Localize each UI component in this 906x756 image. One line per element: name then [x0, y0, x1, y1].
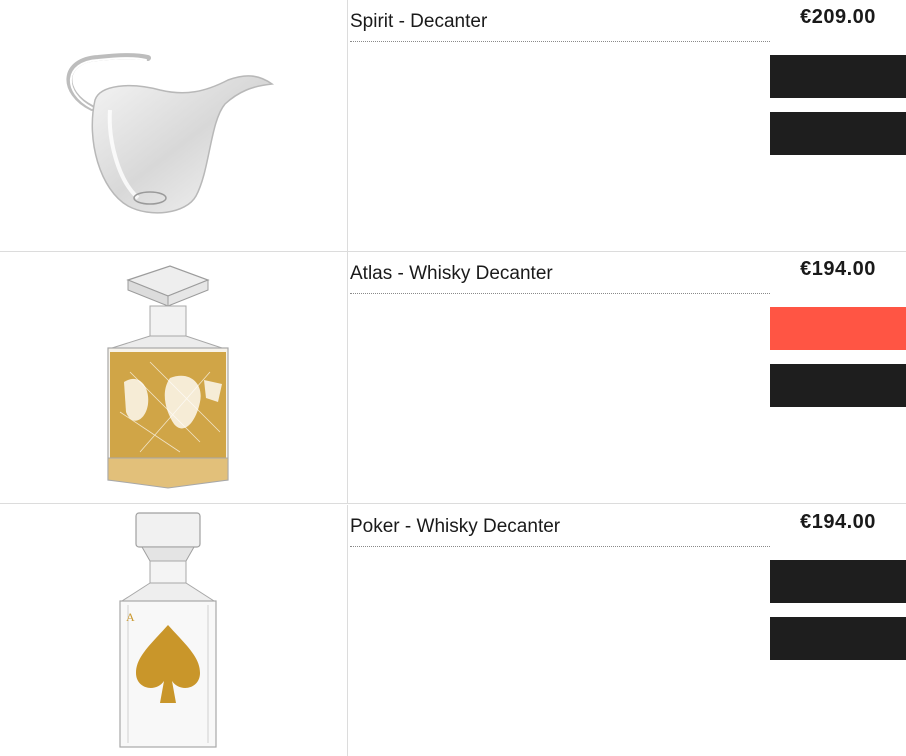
svg-text:A: A: [126, 610, 135, 624]
view-details-button[interactable]: [770, 364, 906, 407]
product-list: Spirit - Decanter €209.00 Atlas - Whisky…: [0, 0, 906, 756]
add-to-cart-button[interactable]: [770, 55, 906, 98]
spade-decanter-icon: A: [119, 512, 217, 748]
product-price: €194.00: [800, 258, 876, 280]
product-title-link[interactable]: Poker - Whisky Decanter: [350, 515, 770, 547]
product-title-link[interactable]: Spirit - Decanter: [350, 10, 770, 42]
carafe-icon: [66, 53, 275, 214]
product-price: €194.00: [800, 511, 876, 533]
view-details-button[interactable]: [770, 617, 906, 660]
product-row: Atlas - Whisky Decanter €194.00: [0, 252, 906, 504]
product-image-link[interactable]: [0, 252, 348, 503]
product-price: €209.00: [800, 6, 876, 28]
product-row: A Poker - Whisky Decanter €194.00: [0, 505, 906, 756]
product-title-link[interactable]: Atlas - Whisky Decanter: [350, 262, 770, 294]
add-to-cart-button[interactable]: [770, 307, 906, 350]
product-row: Spirit - Decanter €209.00: [0, 0, 906, 252]
add-to-cart-button[interactable]: [770, 560, 906, 603]
product-image-link[interactable]: [0, 0, 348, 251]
view-details-button[interactable]: [770, 112, 906, 155]
world-map-decanter-icon: [107, 265, 229, 489]
product-image-link[interactable]: A: [0, 505, 348, 756]
